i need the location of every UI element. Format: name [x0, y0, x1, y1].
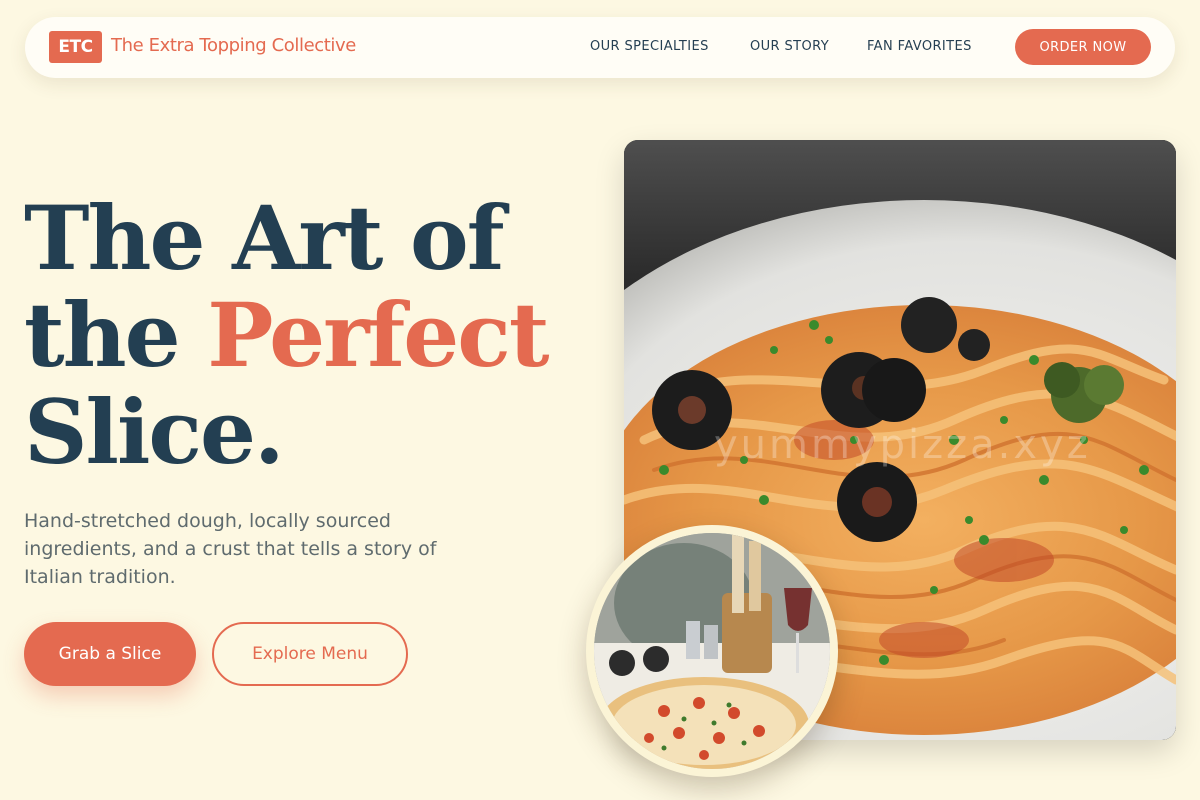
headline-accent-word: Perfect [207, 283, 549, 387]
headline-line-2-start: the [24, 283, 208, 387]
explore-menu-button[interactable]: Explore Menu [212, 622, 408, 686]
nav-link-our-specialties[interactable]: OUR SPECIALTIES [590, 39, 709, 54]
headline-line-1: The Art of [24, 186, 505, 290]
logo-badge[interactable]: ETC [49, 31, 102, 63]
image-watermark: yummypizza.xyz [714, 422, 1091, 468]
headline-line-3: Slice. [24, 380, 285, 484]
nav-link-fan-favorites[interactable]: FAN FAVORITES [867, 39, 972, 54]
nav-link-our-story[interactable]: OUR STORY [750, 39, 829, 54]
top-navbar: ETC The Extra Topping Collective OUR SPE… [25, 17, 1175, 78]
grab-a-slice-button[interactable]: Grab a Slice [24, 622, 196, 686]
hero-headline: The Art of the Perfect Slice. [24, 190, 584, 481]
restaurant-table-illustration [594, 533, 830, 769]
hero-subtext: Hand-stretched dough, locally sourced in… [24, 510, 437, 588]
brand-name[interactable]: The Extra Topping Collective [111, 35, 356, 56]
restaurant-table-inset-image [586, 525, 838, 777]
order-now-button[interactable]: ORDER NOW [1015, 29, 1151, 65]
